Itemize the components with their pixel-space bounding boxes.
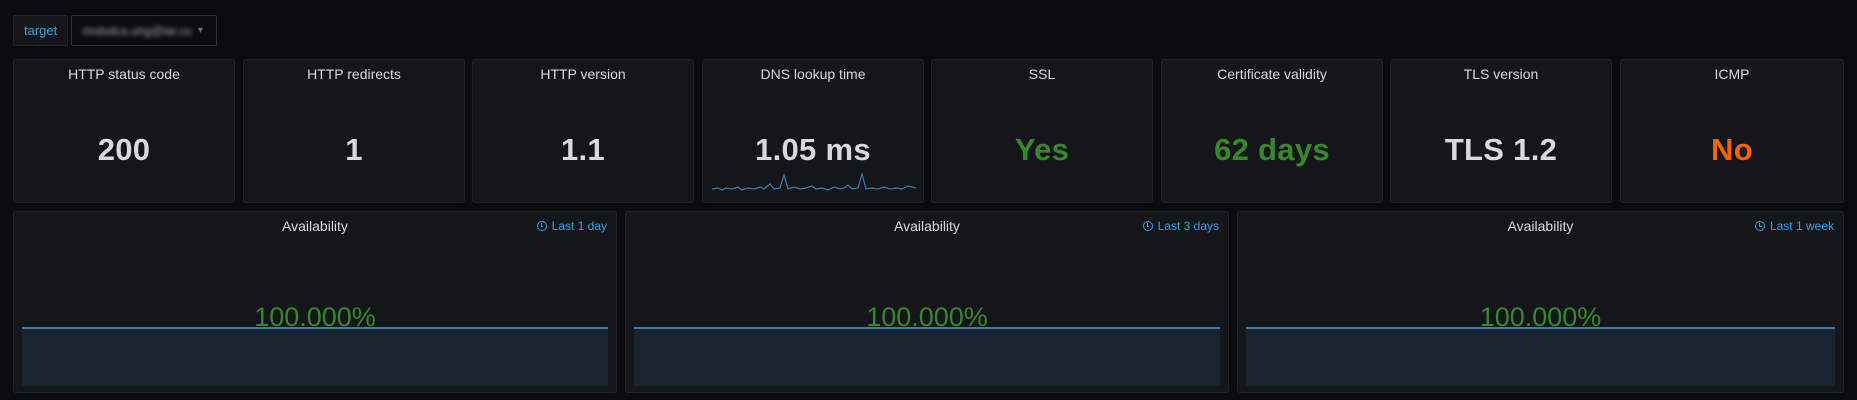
stat-value: TLS 1.2 [1444, 132, 1558, 167]
availability-graph [634, 327, 1220, 386]
panel-title: HTTP version [540, 66, 626, 82]
stat-value: 1 [345, 132, 363, 167]
availability-value: 100.000% [254, 302, 376, 332]
target-select-value: rindsdca.uhg@tai.cu [82, 23, 192, 38]
availability-graph [1246, 327, 1835, 386]
clock-icon [1142, 221, 1153, 231]
stat-panel-dns-lookup-time[interactable]: DNS lookup time 1.05 ms [702, 59, 924, 203]
time-range-label: Last 1 week [1769, 219, 1834, 233]
availability-graph [22, 327, 608, 386]
stat-panel-tls-version[interactable]: TLS version TLS 1.2 [1390, 59, 1612, 203]
time-range-info: Last 3 days [1142, 219, 1219, 233]
stat-panel-http-version[interactable]: HTTP version 1.1 [472, 59, 694, 203]
panel-title: Certificate validity [1217, 66, 1327, 82]
variable-label-target: target [13, 15, 69, 46]
panel-title: Availability [894, 218, 960, 234]
variable-bar: target rindsdca.uhg@tai.cu ▾ [13, 15, 218, 46]
panel-title: HTTP status code [68, 66, 180, 82]
stat-panel-certificate-validity[interactable]: Certificate validity 62 days [1161, 59, 1383, 203]
time-range-label: Last 1 day [551, 219, 607, 233]
stat-value: 1.05 ms [755, 132, 871, 167]
clock-icon [1754, 221, 1765, 231]
panel-title: DNS lookup time [760, 66, 866, 82]
time-range-info: Last 1 day [536, 219, 607, 233]
panel-title: ICMP [1714, 66, 1750, 82]
panel-title: TLS version [1463, 66, 1539, 82]
panel-title: Availability [282, 218, 348, 234]
stat-panel-http-redirects[interactable]: HTTP redirects 1 [243, 59, 465, 203]
time-range-info: Last 1 week [1754, 219, 1834, 233]
stat-value: 62 days [1214, 132, 1330, 167]
availability-panel-1-week[interactable]: Availability Last 1 week 100.000% [1237, 211, 1844, 393]
availability-panel-3-days[interactable]: Availability Last 3 days 100.000% [625, 211, 1229, 393]
panel-title: HTTP redirects [307, 66, 401, 82]
stat-value: No [1711, 132, 1753, 167]
dns-lookup-sparkline [712, 171, 916, 191]
availability-value: 100.000% [1479, 302, 1602, 332]
target-select[interactable]: rindsdca.uhg@tai.cu ▾ [71, 15, 218, 46]
stat-panel-icmp[interactable]: ICMP No [1620, 59, 1844, 203]
panel-title: SSL [1028, 66, 1056, 82]
stat-value: 1.1 [561, 132, 605, 167]
stat-value: 200 [97, 132, 151, 167]
availability-value: 100.000% [866, 302, 988, 332]
stat-value: Yes [1014, 132, 1070, 167]
panel-title: Availability [1507, 218, 1574, 234]
stat-panel-ssl[interactable]: SSL Yes [931, 59, 1153, 203]
chevron-down-icon: ▾ [197, 25, 203, 36]
time-range-label: Last 3 days [1157, 219, 1219, 233]
availability-panel-1-day[interactable]: Availability Last 1 day 100.000% [13, 211, 617, 393]
clock-icon [536, 221, 547, 231]
stat-panel-http-status-code[interactable]: HTTP status code 200 [13, 59, 235, 203]
